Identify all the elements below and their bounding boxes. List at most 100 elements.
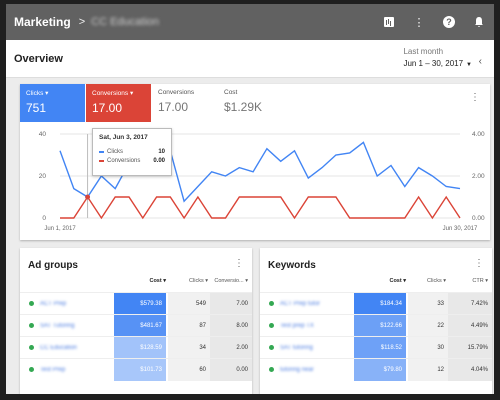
table-row[interactable]: SAT tutoring $118.52 30 15.79% — [260, 336, 492, 359]
row-name-link[interactable]: tutoring near — [280, 367, 314, 373]
more-vert-icon[interactable]: ⋮ — [234, 258, 244, 269]
column-header-cost[interactable]: Cost ▾ — [120, 278, 166, 284]
column-header-ctr[interactable]: CTR ▾ — [448, 278, 488, 284]
row-name-link[interactable]: SAT tutoring — [280, 345, 313, 351]
cell-cost: $79.80 — [354, 359, 406, 381]
status-enabled-icon — [29, 367, 34, 372]
column-header-conversions[interactable]: Conversio... ▾ — [210, 278, 248, 284]
cell-clicks: 30 — [408, 337, 448, 359]
row-name-link[interactable]: CC Education — [40, 345, 77, 351]
account-breadcrumb[interactable]: CC Education — [91, 16, 159, 28]
y-left-tick-label: 40 — [39, 131, 47, 138]
x-axis-label-end: Jun 30, 2017 — [443, 226, 478, 232]
y-left-tick-label: 0 — [42, 215, 46, 222]
cell-clicks: 87 — [168, 315, 210, 337]
table-row[interactable]: ACT Prep $579.38 549 7.00 — [20, 292, 252, 315]
status-enabled-icon — [269, 345, 274, 350]
top-app-bar: Marketing > CC Education ⋮ ? — [6, 4, 494, 40]
more-vert-icon[interactable]: ⋮ — [412, 15, 426, 29]
status-enabled-icon — [29, 345, 34, 350]
metric-tab-cost[interactable]: Cost $1.29K — [218, 84, 283, 122]
metric-label: Clicks — [26, 90, 44, 97]
table-row[interactable]: ACT Prep tutor $184.34 33 7.42% — [260, 292, 492, 315]
cell-clicks: 60 — [168, 359, 210, 381]
cell-clicks: 22 — [408, 315, 448, 337]
hover-point-conversions — [85, 194, 90, 200]
cell-conv: 2.00 — [210, 337, 252, 359]
metric-tab-clicks[interactable]: Clicks ▾ 751 — [20, 84, 85, 122]
cell-ctr: 4.49% — [448, 315, 492, 337]
table-header: Cost ▾ Clicks ▾ CTR ▾ — [260, 276, 492, 290]
cell-clicks: 12 — [408, 359, 448, 381]
table-row[interactable]: Test Prep $101.73 60 0.00 — [20, 358, 252, 381]
metric-tab-conversions-secondary[interactable]: Conversions 17.00 — [152, 84, 217, 122]
table-row[interactable]: Test prep TX $122.66 22 4.49% — [260, 314, 492, 337]
notifications-icon[interactable] — [472, 15, 486, 29]
cell-cost: $579.38 — [114, 293, 166, 315]
card-title: Keywords — [268, 260, 316, 271]
series-line-conversions — [60, 195, 461, 220]
chevron-right-icon: > — [78, 16, 86, 28]
y-right-tick-label: 4.00 — [472, 131, 485, 138]
y-right-tick-label: 2.00 — [472, 173, 485, 180]
topbar-actions: ⋮ ? — [382, 4, 486, 40]
chevron-left-icon[interactable]: ‹ — [479, 56, 482, 67]
app-window: Marketing > CC Education ⋮ ? Overview La… — [6, 4, 494, 394]
status-enabled-icon — [29, 301, 34, 306]
row-name-link[interactable]: ACT Prep tutor — [280, 301, 320, 307]
row-name-link[interactable]: SAT Tutoring — [40, 323, 74, 329]
table-row[interactable]: CC Education $128.59 34 2.00 — [20, 336, 252, 359]
cell-conv: 8.00 — [210, 315, 252, 337]
chart-tooltip: Sat, Jun 3, 2017 Clicks 10 Conversions 0.0… — [92, 128, 172, 176]
tooltip-conversions-label: Conversions — [107, 158, 141, 164]
cell-clicks: 549 — [168, 293, 210, 315]
app-title[interactable]: Marketing — [14, 15, 71, 29]
keywords-card: Keywords ⋮ Cost ▾ Clicks ▾ CTR ▾ ACT Pre… — [260, 248, 492, 394]
metric-value: 751 — [26, 101, 47, 115]
status-enabled-icon — [269, 367, 274, 372]
row-name-link[interactable]: Test Prep — [40, 367, 65, 373]
performance-chart-card: Clicks ▾ 751 Conversions ▾ 17.00 Convers… — [20, 84, 490, 240]
page-title: Overview — [14, 53, 63, 65]
cell-ctr: 4.04% — [448, 359, 492, 381]
status-enabled-icon — [269, 323, 274, 328]
cell-clicks: 33 — [408, 293, 448, 315]
metric-label: Cost — [224, 89, 238, 96]
metric-value: 17.00 — [158, 100, 189, 114]
table-row[interactable]: tutoring near $79.80 12 4.04% — [260, 358, 492, 381]
cell-cost: $184.34 — [354, 293, 406, 315]
table-header: Cost ▾ Clicks ▾ Conversio... ▾ — [20, 276, 252, 290]
status-enabled-icon — [29, 323, 34, 328]
help-icon[interactable]: ? — [442, 15, 456, 29]
row-name-link[interactable]: Test prep TX — [280, 323, 314, 329]
cell-cost: $101.73 — [114, 359, 166, 381]
card-title: Ad groups — [28, 260, 78, 271]
y-right-tick-label: 0.00 — [472, 215, 485, 222]
column-header-clicks[interactable]: Clicks ▾ — [170, 278, 208, 284]
table-row[interactable]: SAT Tutoring $481.67 87 8.00 — [20, 314, 252, 337]
column-header-clicks[interactable]: Clicks ▾ — [410, 278, 446, 284]
cell-cost: $118.52 — [354, 337, 406, 359]
clicks-swatch — [99, 151, 104, 153]
cell-cost: $122.66 — [354, 315, 406, 337]
cell-ctr: 15.79% — [448, 337, 492, 359]
x-axis-label-start: Jun 1, 2017 — [44, 226, 76, 232]
tooltip-clicks-value: 10 — [158, 149, 165, 155]
conversions-swatch — [99, 160, 104, 162]
cell-cost: $128.59 — [114, 337, 166, 359]
y-left-tick-label: 20 — [39, 173, 47, 180]
cell-conv: 0.00 — [210, 359, 252, 381]
metric-tab-conversions[interactable]: Conversions ▾ 17.00 — [86, 84, 151, 122]
column-header-cost[interactable]: Cost ▾ — [360, 278, 406, 284]
ad-groups-card: Ad groups ⋮ Cost ▾ Clicks ▾ Conversio...… — [20, 248, 252, 394]
more-vert-icon[interactable]: ⋮ — [474, 258, 484, 269]
more-vert-icon[interactable]: ⋮ — [470, 92, 480, 103]
metric-label: Conversions — [92, 90, 129, 97]
date-range-picker[interactable]: Last month Jun 1 – 30, 2017 ▼ — [403, 47, 472, 68]
cell-cost: $481.67 — [114, 315, 166, 337]
metric-value: 17.00 — [92, 101, 123, 115]
reports-icon[interactable] — [382, 15, 396, 29]
row-name-link[interactable]: ACT Prep — [40, 301, 66, 307]
status-enabled-icon — [269, 301, 274, 306]
tooltip-date: Sat, Jun 3, 2017 — [99, 134, 148, 141]
